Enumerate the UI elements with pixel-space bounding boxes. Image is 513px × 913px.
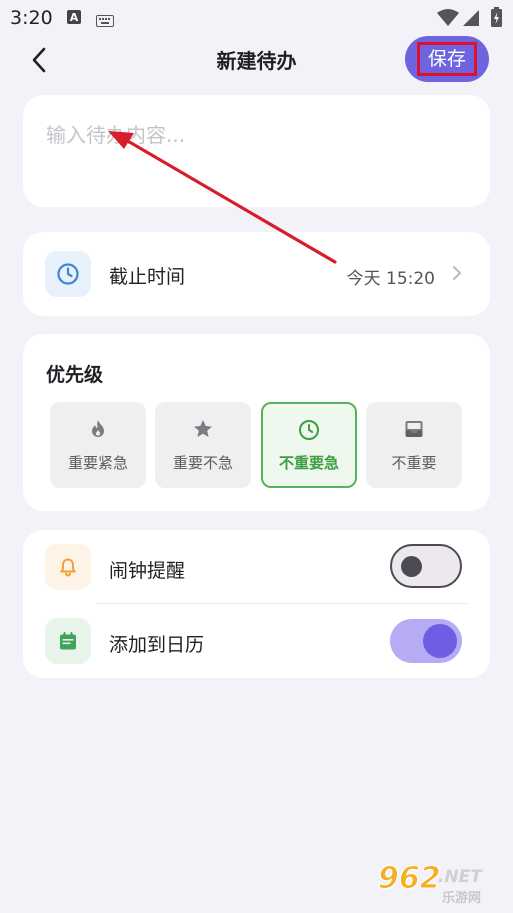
- svg-text:A: A: [70, 11, 79, 24]
- priority-option-label: 不重要急: [278, 454, 339, 472]
- priority-option-label: 不重要: [391, 454, 437, 472]
- signal-icon: [462, 9, 480, 31]
- alarm-reminder-toggle[interactable]: [390, 544, 462, 588]
- deadline-value: 今天 15:20: [346, 269, 435, 289]
- priority-option-urgent-not-important[interactable]: 不重要急: [261, 402, 357, 488]
- svg-text:962: 962: [378, 861, 441, 896]
- watermark-logo: 962 .NET 乐游网: [376, 858, 506, 908]
- wifi-icon: [437, 9, 459, 31]
- priority-option-urgent-important[interactable]: 重要紧急: [50, 402, 146, 488]
- alarm-reminder-label: 闹钟提醒: [109, 560, 186, 582]
- save-button[interactable]: 保存: [405, 36, 489, 82]
- battery-charging-icon: [491, 7, 502, 31]
- clock-icon: [263, 418, 355, 442]
- bell-icon: [60, 558, 76, 577]
- reminders-card: 闹钟提醒 添加到日历: [23, 530, 490, 678]
- toggle-knob: [401, 556, 422, 577]
- todo-content-card: [23, 95, 490, 207]
- divider: [97, 603, 468, 604]
- calendar-icon: [60, 632, 76, 650]
- keyboard-icon: [96, 12, 114, 31]
- deadline-label: 截止时间: [109, 266, 186, 288]
- star-icon: [155, 418, 251, 440]
- inbox-icon: [366, 418, 462, 440]
- deadline-row[interactable]: 截止时间 今天 15:20: [23, 232, 490, 316]
- text-notification-icon: A: [66, 9, 82, 29]
- priority-card: 优先级 重要紧急 重要不急 不重要急 不重要: [23, 334, 490, 511]
- priority-option-label: 重要紧急: [67, 454, 128, 472]
- priority-title: 优先级: [46, 364, 104, 386]
- flame-icon: [50, 418, 146, 440]
- deadline-icon-box: [45, 251, 91, 297]
- add-to-calendar-toggle[interactable]: [390, 619, 462, 663]
- svg-text:乐游网: 乐游网: [442, 890, 481, 906]
- toggle-knob: [423, 624, 457, 658]
- alarm-icon-box: [45, 544, 91, 590]
- todo-content-input[interactable]: [46, 123, 466, 147]
- priority-option-important-not-urgent[interactable]: 重要不急: [155, 402, 251, 488]
- priority-option-label: 重要不急: [172, 454, 233, 472]
- save-button-label: 保存: [416, 42, 477, 76]
- add-to-calendar-label: 添加到日历: [109, 634, 205, 656]
- chevron-right-icon: [452, 265, 462, 285]
- clock-icon: [57, 263, 79, 285]
- status-time: 3:20: [10, 7, 53, 29]
- priority-option-not-important[interactable]: 不重要: [366, 402, 462, 488]
- calendar-icon-box: [45, 618, 91, 664]
- status-bar: 3:20 A: [0, 0, 513, 36]
- svg-text:.NET: .NET: [438, 867, 483, 887]
